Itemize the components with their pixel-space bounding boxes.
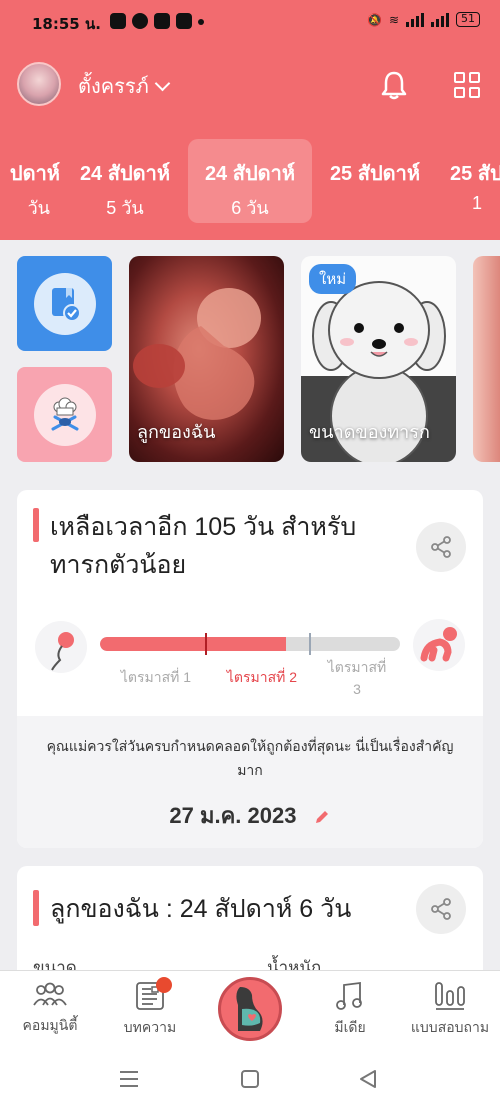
week-item[interactable]: 25 สัปดาห์	[313, 139, 437, 223]
menu-grid-icon[interactable]	[454, 72, 480, 98]
pregnancy-progress-bar	[100, 637, 400, 651]
baby-crawling-icon	[413, 619, 465, 671]
mute-icon: 🔕	[366, 12, 382, 27]
share-icon	[431, 536, 451, 558]
home-icon[interactable]	[240, 1069, 260, 1089]
my-baby-card[interactable]: ลูกของฉัน	[129, 256, 284, 462]
community-icon	[33, 982, 67, 1006]
week-item[interactable]: 25 สัป 1	[438, 139, 500, 223]
articles-notification-badge	[156, 977, 172, 993]
recipes-tile[interactable]	[17, 367, 112, 462]
baby-detail-card: ลูกของฉัน : 24 สัปดาห์ 6 วัน ขนาด น้ำหนั…	[17, 866, 483, 986]
line-icon	[110, 13, 126, 29]
baby-size-card[interactable]: ใหม่ ขนาดของทารก	[301, 256, 456, 462]
pregnant-woman-icon	[236, 987, 263, 1031]
share-button[interactable]	[416, 522, 466, 572]
profile-switcher[interactable]: ตั้งครรภ์	[78, 70, 171, 102]
trimester-2-label: ไตรมาสที่ 2	[226, 669, 298, 685]
size-card-caption: ขนาดของทารก	[309, 422, 430, 442]
week-item[interactable]: 24 สัปดาห์ 5 วัน	[63, 139, 187, 223]
due-date-value[interactable]: 27 ม.ค. 2023	[17, 798, 483, 833]
countdown-card: เหลือเวลาอีก 105 วัน สำหรับ ทารกตัวน้อย …	[17, 490, 483, 848]
signal-icon-2	[431, 12, 449, 27]
pregnancy-progress-fill	[100, 637, 286, 651]
chef-hat-icon	[51, 397, 78, 430]
checklist-book-icon	[51, 287, 81, 322]
edit-pencil-icon[interactable]	[313, 808, 331, 826]
messenger-icon	[132, 13, 148, 29]
avatar[interactable]	[17, 62, 61, 106]
recent-apps-icon[interactable]	[118, 1070, 140, 1088]
signal-icon	[406, 12, 424, 27]
username: ตั้งครรภ์	[78, 76, 149, 98]
nav-media[interactable]: มีเดีย	[300, 981, 400, 1039]
app-icon	[154, 13, 170, 29]
trimester-3-label: ไตรมาสที่ 3	[327, 659, 387, 697]
nav-quiz[interactable]: แบบสอบถาม	[400, 981, 500, 1039]
music-note-icon	[336, 981, 362, 1010]
chevron-down-icon	[154, 75, 171, 91]
system-navigation-bar	[0, 1050, 500, 1111]
new-badge: ใหม่	[309, 264, 357, 294]
share-icon	[431, 898, 451, 920]
battery-icon: 51	[456, 12, 480, 27]
bottom-nav: คอมมูนิตี้ บทความ มีเดีย แบบสอบถาม	[0, 970, 500, 1050]
quiz-icon	[435, 982, 465, 1010]
countdown-title: เหลือเวลาอีก 105 วัน สำหรับ ทารกตัวน้อย	[50, 513, 357, 579]
week-selector[interactable]: ปดาห์ วัน 24 สัปดาห์ 5 วัน 24 สัปดาห์ 6 …	[0, 139, 500, 223]
checklist-tile[interactable]	[17, 256, 112, 351]
facebook-icon	[176, 13, 192, 29]
notification-icons	[110, 13, 204, 29]
nav-community[interactable]: คอมมูนิตี้	[0, 981, 100, 1037]
more-notifications-icon	[198, 19, 204, 25]
share-button-2[interactable]	[416, 884, 466, 934]
next-feature-card[interactable]	[473, 256, 500, 462]
trimester-1-label: ไตรมาสที่ 1	[120, 669, 192, 685]
system-icons: 🔕 ≋ 51	[367, 12, 480, 27]
baby-card-caption: ลูกของฉัน	[137, 422, 216, 442]
bell-icon[interactable]	[380, 70, 408, 100]
due-date-note: คุณแม่ควรใส่วันครบกำหนดคลอดให้ถูกต้องที่…	[46, 738, 454, 778]
trimester-3-marker	[309, 633, 311, 655]
nav-articles[interactable]: บทความ	[100, 981, 200, 1039]
nav-pregnancy-home[interactable]	[218, 977, 282, 1041]
baby-detail-title: ลูกของฉัน : 24 สัปดาห์ 6 วัน	[50, 895, 352, 923]
week-item[interactable]: ปดาห์ วัน	[0, 139, 60, 223]
status-bar: 18:55 น. 🔕 ≋ 51	[0, 0, 500, 44]
current-week-marker	[205, 633, 207, 655]
back-icon[interactable]	[358, 1069, 378, 1089]
status-time: 18:55 น.	[32, 15, 101, 33]
due-date-section: คุณแม่ควรใส่วันครบกำหนดคลอดให้ถูกต้องที่…	[17, 716, 483, 848]
sperm-icon	[35, 621, 87, 673]
app-header: ตั้งครรภ์ ปดาห์ วัน 24 สัปดาห์ 5 วัน 24 …	[0, 44, 500, 240]
wifi-icon: ≋	[388, 12, 399, 27]
week-item-selected[interactable]: 24 สัปดาห์ 6 วัน	[188, 139, 312, 223]
